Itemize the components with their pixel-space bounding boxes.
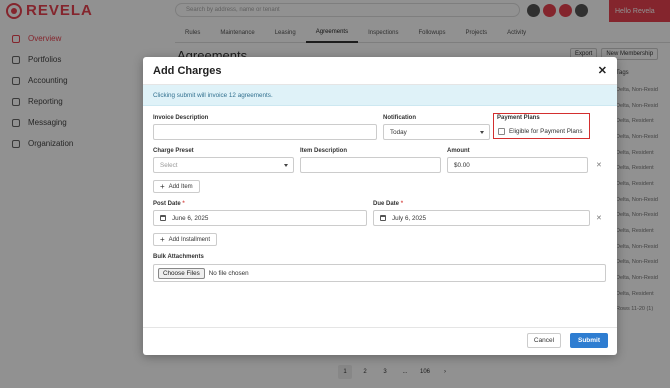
invoice-description-label: Invoice Description [153,115,209,121]
notification-label: Notification [383,115,416,121]
notification-value: Today [390,128,407,136]
charge-preset-placeholder: Select [160,161,178,169]
info-alert: Clicking submit will invoice 12 agreemen… [143,85,617,106]
add-installment-label: Add Installment [168,236,211,243]
remove-item-icon[interactable]: ✕ [596,161,602,169]
modal-title: Add Charges [153,64,222,77]
plus-icon: + [160,181,165,191]
cancel-button[interactable]: Cancel [527,333,561,348]
due-date-input[interactable]: July 6, 2025 [373,210,590,226]
chevron-down-icon [284,164,288,167]
item-description-label: Item Description [300,148,348,154]
post-date-label: Post Date * [153,201,185,207]
close-icon[interactable]: ✕ [598,64,607,77]
bulk-attachments-input: Choose Files No file chosen [153,264,606,282]
add-installment-button[interactable]: + Add Installment [153,233,218,246]
modal-header: Add Charges ✕ [143,57,617,85]
post-date-value: June 6, 2025 [172,214,209,222]
required-marker: * [400,201,404,207]
bulk-attachments-label: Bulk Attachments [153,254,204,260]
amount-input[interactable]: $0.00 [447,157,588,173]
due-date-label: Due Date * [373,201,403,207]
calendar-icon [380,215,386,221]
submit-button[interactable]: Submit [570,333,608,348]
payment-plans-checkbox-label[interactable]: Eligible for Payment Plans [509,128,583,135]
item-description-input[interactable] [300,157,441,173]
payment-plans-checkbox[interactable] [498,128,505,135]
charge-preset-select[interactable]: Select [153,157,294,173]
amount-label: Amount [447,148,470,154]
charge-preset-label: Charge Preset [153,148,194,154]
notification-select[interactable]: Today [383,124,490,140]
due-date-value: July 6, 2025 [392,214,426,222]
chevron-down-icon [480,131,484,134]
calendar-icon [160,215,166,221]
remove-installment-icon[interactable]: ✕ [596,214,602,222]
choose-files-button[interactable]: Choose Files [158,267,205,279]
due-date-label-text: Due Date [373,201,400,207]
plus-icon: + [160,234,165,244]
required-marker: * [182,201,185,207]
post-date-input[interactable]: June 6, 2025 [153,210,367,226]
invoice-description-input[interactable] [153,124,377,140]
add-item-label: Add Item [168,183,193,190]
payment-plans-label: Payment Plans [497,115,540,121]
post-date-label-text: Post Date [153,201,181,207]
file-status: No file chosen [208,269,249,277]
add-item-button[interactable]: + Add Item [153,180,200,193]
